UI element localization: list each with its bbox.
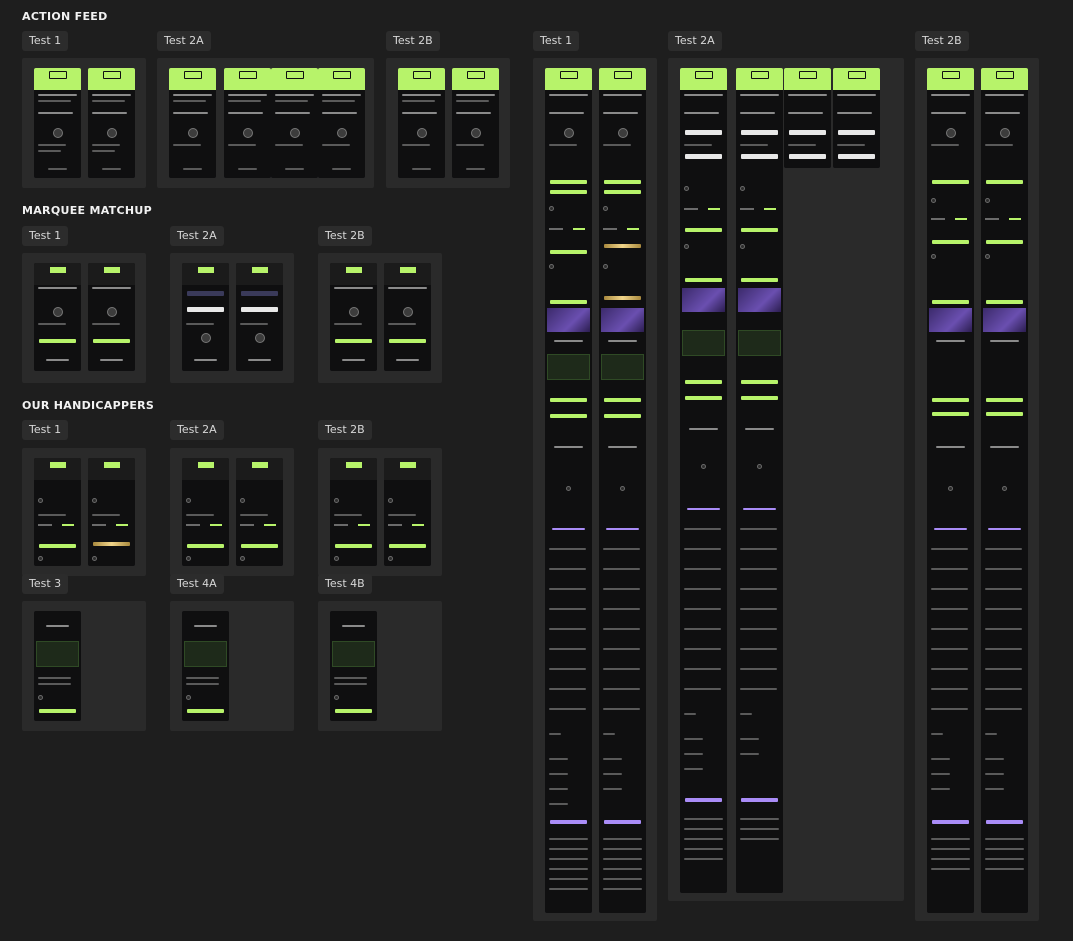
screen-mm-test2b-a <box>330 263 377 371</box>
screen-af-test2b-a <box>398 68 445 178</box>
frame-label-oh-test4a[interactable]: Test 4A <box>170 574 224 594</box>
screen-oh-test4b-a <box>330 611 377 721</box>
frame-oh-test2a[interactable] <box>170 448 294 576</box>
section-title-marquee-matchup: MARQUEE MATCHUP <box>22 204 152 217</box>
frame-label-full-test2a[interactable]: Test 2A <box>668 31 722 51</box>
frame-oh-test3[interactable] <box>22 601 146 731</box>
screen-af-test2a-b <box>224 68 271 178</box>
frame-label-full-test1[interactable]: Test 1 <box>533 31 580 51</box>
screen-af-test2b-b <box>452 68 499 178</box>
frame-label-mm-test1[interactable]: Test 1 <box>22 226 69 246</box>
screen-full-test2a-c <box>784 68 831 168</box>
screen-full-test2a-b <box>736 68 783 893</box>
frame-label-mm-test2a[interactable]: Test 2A <box>170 226 224 246</box>
screen-oh-test2b-a <box>330 458 377 566</box>
screen-af-test1-b <box>88 68 135 178</box>
frame-label-full-test2b[interactable]: Test 2B <box>915 31 969 51</box>
screen-oh-test1-a <box>34 458 81 566</box>
screen-af-test2a-c <box>271 68 318 178</box>
screen-full-test1-a <box>545 68 592 913</box>
screen-mm-test1-b <box>88 263 135 371</box>
screen-full-test2a-d <box>833 68 880 168</box>
section-title-action-feed: ACTION FEED <box>22 10 108 23</box>
frame-label-af-test1[interactable]: Test 1 <box>22 31 69 51</box>
screen-full-test2a-a <box>680 68 727 893</box>
screen-oh-test3-a <box>34 611 81 721</box>
screen-oh-test1-b <box>88 458 135 566</box>
section-title-our-handicappers: OUR HANDICAPPERS <box>22 399 155 412</box>
screen-full-test1-b <box>599 68 646 913</box>
frame-label-af-test2b[interactable]: Test 2B <box>386 31 440 51</box>
screen-oh-test4a-a <box>182 611 229 721</box>
frame-af-test2b[interactable] <box>386 58 510 188</box>
frame-label-oh-test4b[interactable]: Test 4B <box>318 574 372 594</box>
frame-mm-test2b[interactable] <box>318 253 442 383</box>
screen-oh-test2a-b <box>236 458 283 566</box>
screen-full-test2b-b <box>981 68 1028 913</box>
frame-mm-test2a[interactable] <box>170 253 294 383</box>
design-canvas: ACTION FEED MARQUEE MATCHUP OUR HANDICAP… <box>0 0 1073 941</box>
screen-mm-test2b-b <box>384 263 431 371</box>
frame-full-test2b[interactable] <box>915 58 1039 921</box>
screen-mm-test2a-b <box>236 263 283 371</box>
frame-label-oh-test3[interactable]: Test 3 <box>22 574 69 594</box>
frame-oh-test4a[interactable] <box>170 601 294 731</box>
frame-af-test1[interactable] <box>22 58 146 188</box>
frame-label-oh-test2a[interactable]: Test 2A <box>170 420 224 440</box>
screen-af-test1-a <box>34 68 81 178</box>
frame-af-test2a[interactable] <box>157 58 374 188</box>
frame-label-af-test2a[interactable]: Test 2A <box>157 31 211 51</box>
frame-oh-test1[interactable] <box>22 448 146 576</box>
screen-oh-test2a-a <box>182 458 229 566</box>
frame-full-test1[interactable] <box>533 58 657 921</box>
screen-af-test2a-a <box>169 68 216 178</box>
frame-label-oh-test2b[interactable]: Test 2B <box>318 420 372 440</box>
frame-mm-test1[interactable] <box>22 253 146 383</box>
screen-af-test2a-d <box>318 68 365 178</box>
frame-oh-test2b[interactable] <box>318 448 442 576</box>
frame-oh-test4b[interactable] <box>318 601 442 731</box>
screen-full-test2b-a <box>927 68 974 913</box>
frame-full-test2a[interactable] <box>668 58 904 901</box>
screen-mm-test2a-a <box>182 263 229 371</box>
screen-mm-test1-a <box>34 263 81 371</box>
screen-oh-test2b-b <box>384 458 431 566</box>
frame-label-mm-test2b[interactable]: Test 2B <box>318 226 372 246</box>
frame-label-oh-test1[interactable]: Test 1 <box>22 420 69 440</box>
